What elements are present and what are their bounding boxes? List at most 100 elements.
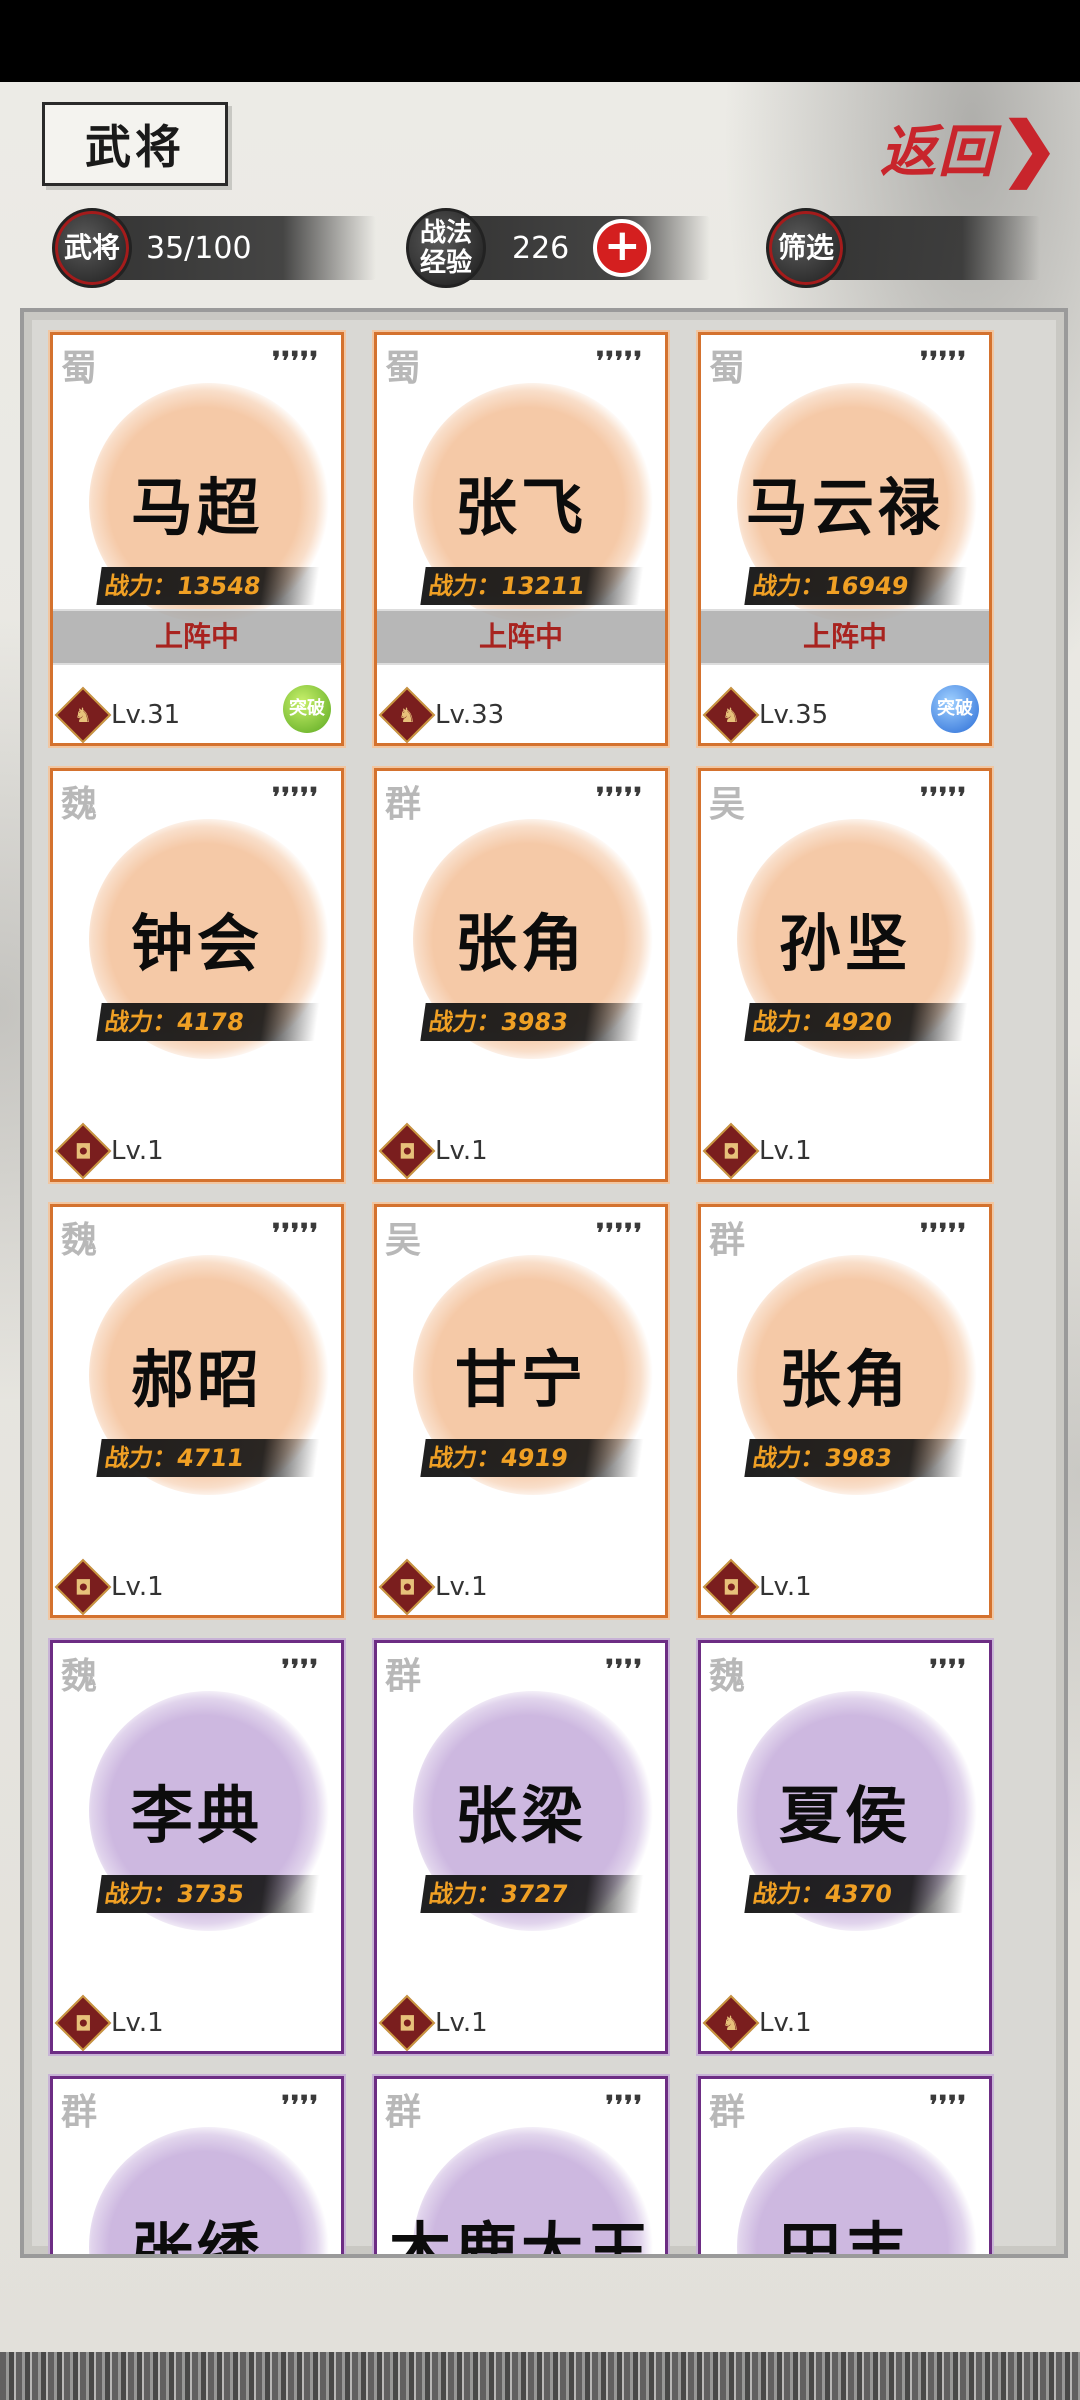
shield-icon: ◘ <box>378 1558 436 1615</box>
kingdom-label: 蜀 <box>385 347 422 389</box>
general-card[interactable]: 群 ❜❜❜❜ 木鹿大王 <box>374 2076 668 2258</box>
general-card[interactable]: 群 ❜❜❜❜ 张绣 <box>50 2076 344 2258</box>
shield-icon: ◘ <box>702 1558 760 1615</box>
back-label: 返回 <box>880 118 996 185</box>
level-label: Lv.1 <box>435 1572 488 1602</box>
combat-power: 战力：4370 <box>744 1875 968 1913</box>
kingdom-label: 吴 <box>385 1219 422 1261</box>
kingdom-label: 群 <box>385 2091 422 2133</box>
general-card[interactable]: 蜀 ❜❜❜❜❜ 马云禄 战力：16949 上阵中 ♞ Lv.35 突破 <box>698 332 992 746</box>
breakthrough-badge: 突破 <box>931 685 979 733</box>
back-button[interactable]: 返回 ❯ <box>880 102 1070 192</box>
combat-power: 战力：13548 <box>96 567 320 605</box>
star-rating: ❜❜❜❜ <box>929 2091 967 2121</box>
level-label: Lv.1 <box>111 1572 164 1602</box>
general-card[interactable]: 魏 ❜❜❜❜ 夏侯 战力：4370 ♞ Lv.1 <box>698 1640 992 2054</box>
generals-grid[interactable]: 蜀 ❜❜❜❜❜ 马超 战力：13548 上阵中 ♞ Lv.31 突破蜀 ❜❜❜❜❜ 张飞 战力：13… <box>20 308 1068 2258</box>
combat-power: 战力：16949 <box>744 567 968 605</box>
level-label: Lv.1 <box>111 2008 164 2038</box>
general-card[interactable]: 魏 ❜❜❜❜ 李典战力：3735 ◘ Lv.1 <box>50 1640 344 2054</box>
general-name: 马超 <box>130 471 263 544</box>
general-card[interactable]: 吴 ❜❜❜❜❜ 孙坚 战力：4920 ◘ Lv.1 <box>698 768 992 1182</box>
shield-icon: ◘ <box>54 1558 112 1615</box>
star-rating: ❜❜❜❜ <box>605 2091 643 2121</box>
level-label: Lv.33 <box>435 700 505 730</box>
shield-icon: ◘ <box>702 1122 760 1179</box>
kingdom-label: 魏 <box>61 1219 98 1261</box>
star-rating: ❜❜❜❜ <box>281 1655 319 1685</box>
level-label: Lv.1 <box>435 2008 488 2038</box>
combat-power: 战力：3727 <box>420 1875 644 1913</box>
kingdom-label: 群 <box>709 1219 746 1261</box>
kingdom-label: 群 <box>385 783 422 825</box>
add-tactics-exp-button[interactable]: + <box>593 219 652 277</box>
kingdom-label: 群 <box>709 2091 746 2133</box>
general-name: 郝昭 <box>130 1343 263 1416</box>
general-name: 李典 <box>130 1779 263 1852</box>
general-name: 田丰 <box>778 2215 911 2258</box>
star-rating: ❜❜❜❜ <box>281 2091 319 2121</box>
star-rating: ❜❜❜❜❜ <box>920 1219 967 1249</box>
breakthrough-badge: 突破 <box>283 685 331 733</box>
general-card[interactable]: 蜀 ❜❜❜❜❜ 张飞 战力：13211 上阵中 ♞ Lv.33 <box>374 332 668 746</box>
level-label: Lv.1 <box>111 1136 164 1166</box>
level-label: Lv.1 <box>759 2008 812 2038</box>
kingdom-label: 魏 <box>61 783 98 825</box>
brush-border-decoration <box>0 2352 1080 2400</box>
general-name: 张角 <box>778 1343 911 1416</box>
general-name: 张飞 <box>454 471 587 544</box>
general-card[interactable]: 群 ❜❜❜❜❜ 张角 战力：3983 ◘ Lv.1 <box>374 768 668 1182</box>
horse-icon: ♞ <box>702 686 760 743</box>
star-rating: ❜❜❜❜❜ <box>272 1219 319 1249</box>
star-rating: ❜❜❜❜❜ <box>596 1219 643 1249</box>
shield-icon: ◘ <box>378 1122 436 1179</box>
status-bar <box>0 0 1080 82</box>
general-card[interactable]: 群 ❜❜❜❜ 张梁 战力：3727 ◘ Lv.1 <box>374 1640 668 2054</box>
combat-power: 战力：3983 <box>744 1439 968 1477</box>
horse-icon: ♞ <box>54 686 112 743</box>
shield-icon: ◘ <box>54 1122 112 1179</box>
shield-icon: ◘ <box>54 1994 112 2051</box>
deployed-status: 上阵中 <box>377 609 665 665</box>
level-label: Lv.1 <box>435 1136 488 1166</box>
page-title: 武将 <box>42 102 228 186</box>
kingdom-label: 吴 <box>709 783 746 825</box>
general-name: 张角 <box>454 907 587 980</box>
combat-power: 战力：13211 <box>420 567 644 605</box>
kingdom-label: 蜀 <box>61 347 98 389</box>
star-rating: ❜❜❜❜❜ <box>272 347 319 377</box>
tactics-exp-seal-icon: 战法 经验 <box>406 208 486 288</box>
tactics-exp-value: 226 <box>512 230 570 266</box>
horse-icon: ♞ <box>378 686 436 743</box>
general-card[interactable]: 吴 ❜❜❜❜❜ 甘宁 战力：4919 ◘ Lv.1 <box>374 1204 668 1618</box>
general-card[interactable]: 群 ❜❜❜❜ 田丰 <box>698 2076 992 2258</box>
general-name: 钟会 <box>130 907 263 980</box>
combat-power: 战力：4711 <box>96 1439 320 1477</box>
level-label: Lv.35 <box>759 700 829 730</box>
kingdom-label: 魏 <box>61 1655 98 1697</box>
general-name: 木鹿大王 <box>388 2215 653 2258</box>
general-card[interactable]: 魏 ❜❜❜❜❜ 郝昭战力：4711 ◘ Lv.1 <box>50 1204 344 1618</box>
general-card[interactable]: 蜀 ❜❜❜❜❜ 马超 战力：13548 上阵中 ♞ Lv.31 突破 <box>50 332 344 746</box>
filter-button[interactable]: 筛选 <box>766 208 846 288</box>
general-name: 甘宁 <box>454 1343 587 1416</box>
level-label: Lv.31 <box>111 700 181 730</box>
combat-power: 战力：4920 <box>744 1003 968 1041</box>
kingdom-label: 群 <box>61 2091 98 2133</box>
general-card[interactable]: 魏 ❜❜❜❜❜ 钟会 战力：4178 ◘ Lv.1 <box>50 768 344 1182</box>
combat-power: 战力：3983 <box>420 1003 644 1041</box>
general-name: 马云禄 <box>745 471 944 544</box>
tactics-exp-bar: 战法 经验 226 + <box>406 208 710 288</box>
generals-count-bar: 武将 35/100 <box>52 208 376 288</box>
generals-count: 35/100 <box>146 230 252 266</box>
general-name: 夏侯 <box>778 1779 911 1852</box>
filter-bar[interactable]: 筛选 <box>766 208 1040 288</box>
general-name: 张梁 <box>454 1779 587 1852</box>
general-name: 张绣 <box>130 2215 263 2258</box>
general-card[interactable]: 群 ❜❜❜❜❜ 张角 战力：3983 ◘ Lv.1 <box>698 1204 992 1618</box>
kingdom-label: 魏 <box>709 1655 746 1697</box>
combat-power: 战力：3735 <box>96 1875 320 1913</box>
generals-seal-icon: 武将 <box>52 208 132 288</box>
shield-icon: ◘ <box>378 1994 436 2051</box>
star-rating: ❜❜❜❜❜ <box>272 783 319 813</box>
